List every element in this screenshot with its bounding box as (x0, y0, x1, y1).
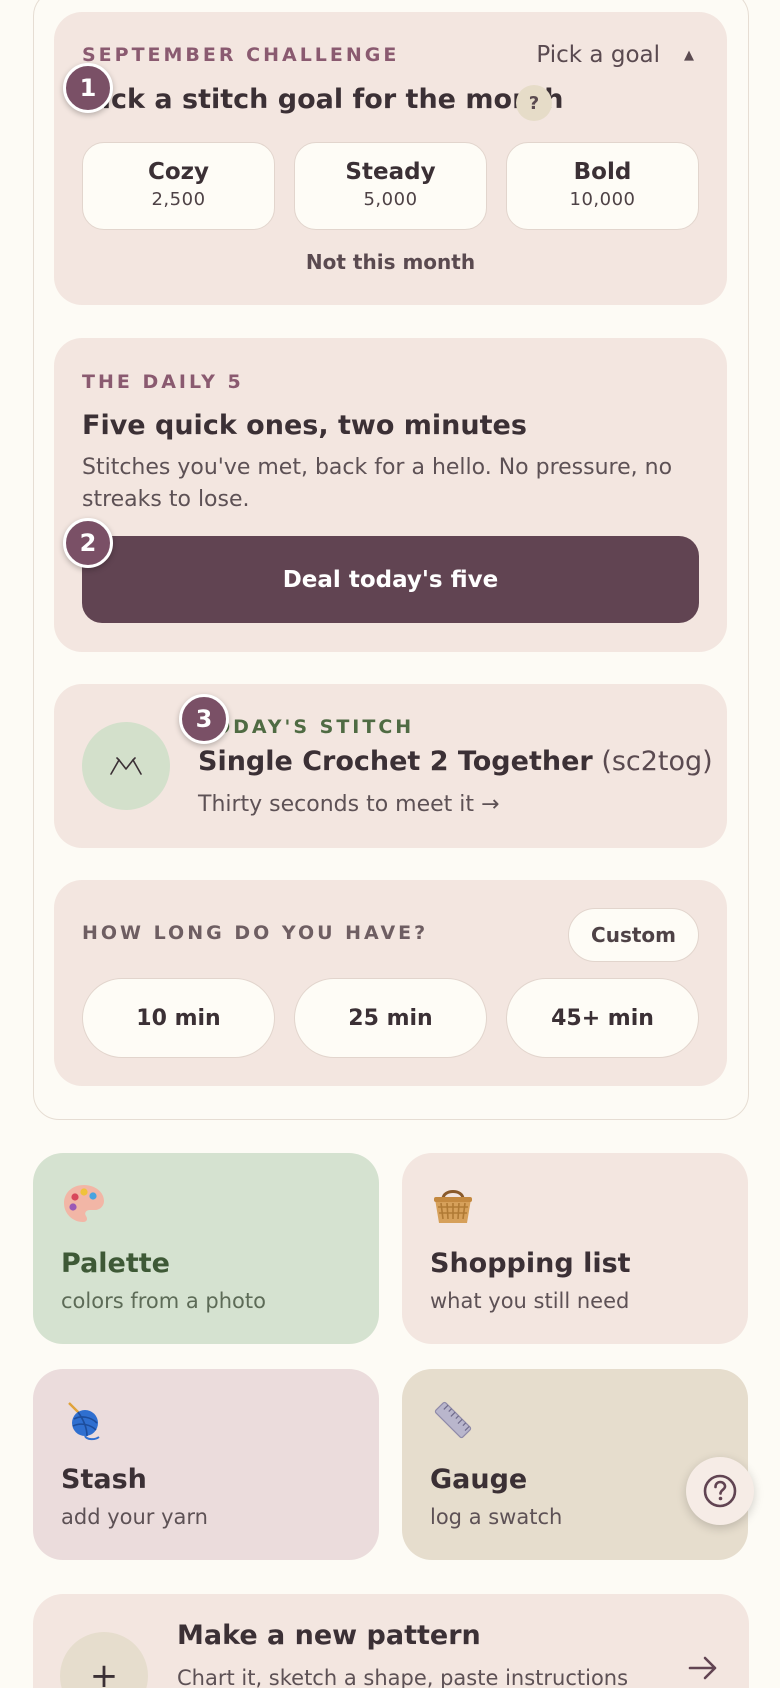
question-circle-icon (703, 1474, 737, 1508)
daily-eyebrow: THE DAILY 5 (82, 371, 244, 393)
new-pattern-card[interactable]: + Make a new pattern Chart it, sketch a … (33, 1594, 749, 1688)
yarn-ball-icon (61, 1397, 107, 1443)
stitch-name: Single Crochet 2 Together (sc2tog) (198, 746, 713, 777)
goal-value: 5,000 (363, 189, 418, 210)
daily-description: Stitches you've met, back for a hello. N… (82, 455, 673, 512)
tile-title: Shopping list (430, 1248, 631, 1279)
meet-stitch-link[interactable]: Thirty seconds to meet it → (198, 792, 499, 817)
stitch-abbreviation: (sc2tog) (601, 746, 713, 777)
new-pattern-subtitle: Chart it, sketch a shape, paste instruct… (177, 1666, 629, 1688)
tile-subtitle: what you still need (430, 1289, 630, 1313)
stitch-eyebrow: TODAY'S STITCH (198, 716, 415, 738)
arrow-right-icon (688, 1656, 717, 1680)
tile-title: Palette (61, 1248, 170, 1279)
time-option-10[interactable]: 10 min (82, 978, 275, 1058)
custom-time-button[interactable]: Custom (568, 908, 699, 962)
help-icon[interactable]: ? (516, 85, 552, 121)
stash-tile[interactable]: Stash add your yarn (33, 1369, 379, 1560)
plus-icon: + (60, 1632, 148, 1688)
basket-icon (430, 1181, 476, 1227)
goal-option-steady[interactable]: Steady 5,000 (294, 142, 487, 230)
goal-option-bold[interactable]: Bold 10,000 (506, 142, 699, 230)
coach-marker-2[interactable]: 2 (63, 518, 113, 568)
ruler-icon (430, 1397, 476, 1443)
tile-subtitle: add your yarn (61, 1505, 208, 1529)
challenge-card: SEPTEMBER CHALLENGE Pick a goal ▲ Pick a… (54, 12, 727, 305)
challenge-title: Pick a stitch goal for the month (82, 84, 564, 115)
coach-marker-1[interactable]: 1 (63, 63, 113, 113)
goal-value: 2,500 (151, 189, 206, 210)
deal-todays-five-button[interactable]: Deal today's five (82, 536, 699, 623)
todays-stitch-card[interactable]: TODAY'S STITCH Single Crochet 2 Together… (54, 684, 727, 848)
new-pattern-title: Make a new pattern (177, 1620, 481, 1651)
tile-title: Gauge (430, 1464, 528, 1495)
palette-icon (61, 1181, 107, 1227)
caret-up-icon: ▲ (684, 47, 694, 63)
goal-name: Cozy (147, 159, 210, 185)
time-option-45-plus[interactable]: 45+ min (506, 978, 699, 1058)
tile-subtitle: colors from a photo (61, 1289, 266, 1313)
time-option-25[interactable]: 25 min (294, 978, 487, 1058)
shopping-list-tile[interactable]: Shopping list what you still need (402, 1153, 748, 1344)
gauge-tile[interactable]: Gauge log a swatch (402, 1369, 748, 1560)
stitch-name-text: Single Crochet 2 Together (198, 746, 593, 777)
time-available-card: HOW LONG DO YOU HAVE? Custom 10 min 25 m… (54, 880, 727, 1086)
help-fab-button[interactable] (686, 1457, 754, 1525)
tile-title: Stash (61, 1464, 147, 1495)
daily-five-card: THE DAILY 5 Five quick ones, two minutes… (54, 338, 727, 652)
goal-name: Bold (573, 159, 632, 185)
tile-subtitle: log a swatch (430, 1505, 563, 1529)
pick-goal-label: Pick a goal (536, 42, 660, 68)
stitch-icon (82, 722, 170, 810)
palette-tile[interactable]: Palette colors from a photo (33, 1153, 379, 1344)
challenge-eyebrow: SEPTEMBER CHALLENGE (82, 44, 400, 66)
pick-goal-toggle[interactable]: Pick a goal ▲ (536, 42, 694, 68)
goal-option-cozy[interactable]: Cozy 2,500 (82, 142, 275, 230)
goal-name: Steady (345, 159, 436, 185)
time-eyebrow: HOW LONG DO YOU HAVE? (82, 922, 429, 944)
coach-marker-3[interactable]: 3 (179, 694, 229, 744)
daily-title: Five quick ones, two minutes (82, 410, 527, 441)
not-this-month-button[interactable]: Not this month (54, 250, 727, 274)
goal-value: 10,000 (569, 189, 636, 210)
